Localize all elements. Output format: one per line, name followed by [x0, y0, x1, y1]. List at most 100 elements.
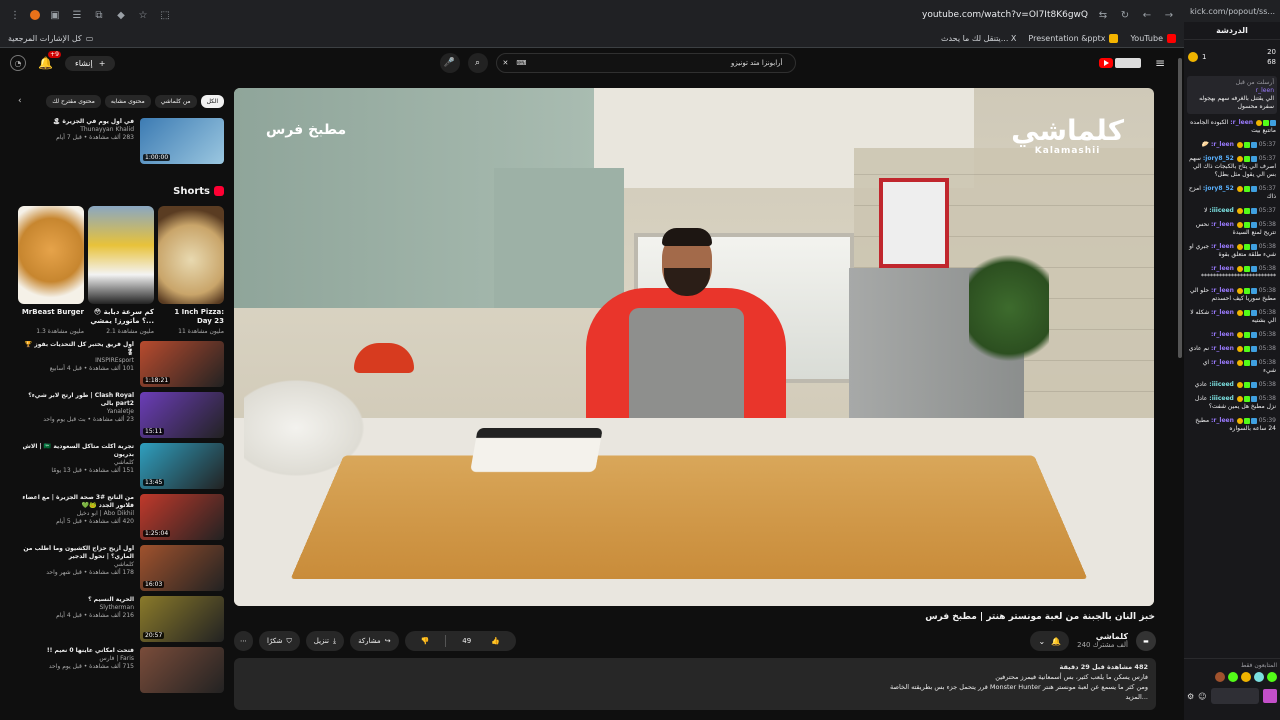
- emote-icon[interactable]: [1215, 672, 1225, 682]
- forward-icon[interactable]: ←: [1140, 8, 1154, 22]
- shield-icon[interactable]: ◆: [114, 8, 128, 22]
- rec-thumbnail[interactable]: [140, 647, 224, 693]
- rec-video[interactable]: 1:25:04 من الناتج #3 صحة الجزيرة | مع اعض…: [18, 494, 224, 540]
- rec-title[interactable]: أول فريق يختبر كل التحديات بفوز 🏆 🎖: [18, 341, 134, 357]
- menu-icon[interactable]: ⋮: [8, 8, 22, 22]
- rec-channel[interactable]: Abo Dikhil | ابو دخيل: [18, 510, 134, 518]
- dislike-button[interactable]: 👎: [405, 637, 446, 645]
- notifications-button[interactable]: 🔔 +9: [38, 51, 61, 70]
- tune-icon[interactable]: ⇆: [1096, 8, 1110, 22]
- rec-channel[interactable]: Yanaletje: [18, 408, 134, 416]
- hamburger-menu-icon[interactable]: ≡: [1155, 56, 1165, 70]
- pinned-user[interactable]: r_leen: [1256, 87, 1274, 94]
- rec-thumbnail[interactable]: 20:57: [140, 596, 224, 642]
- sidebar-icon[interactable]: ▣: [48, 8, 62, 22]
- chat-username[interactable]: iiiceed:: [1209, 207, 1234, 214]
- rec-video[interactable]: 16:03 أول أزيح حزاج الكشيون وما أطلب من ا…: [18, 545, 224, 591]
- rec-thumbnail[interactable]: 16:03: [140, 545, 224, 591]
- rec-video[interactable]: 20:57 الحرية النسيم ؟ Slytherman 216 ألف مش…: [18, 596, 224, 642]
- emote-icon[interactable]: [1228, 672, 1238, 682]
- chat-username[interactable]: r_leen:: [1211, 243, 1234, 250]
- rec-channel[interactable]: كلماشي: [18, 459, 134, 467]
- rec-thumbnail[interactable]: 13:45: [140, 443, 224, 489]
- rec-channel[interactable]: Thunayyan Khalid: [18, 126, 134, 134]
- emoji-icon[interactable]: ☺: [1198, 692, 1206, 701]
- chat-username[interactable]: jory8_52:: [1203, 185, 1234, 192]
- share-button[interactable]: مشاركة ↪: [350, 631, 399, 651]
- rec-thumbnail[interactable]: 15:11: [140, 392, 224, 438]
- search-input[interactable]: ✕ ⌨ أرابونزا متد تونيزو: [495, 53, 796, 73]
- emote-icon[interactable]: [1267, 672, 1277, 682]
- rec-video[interactable]: فتحت امكاني عاينها 0 نعيم !! Faris | فارس…: [18, 647, 224, 693]
- chat-username[interactable]: r_leen:: [1211, 287, 1234, 294]
- star-icon[interactable]: ☆: [136, 8, 150, 22]
- share-icon[interactable]: ⬚: [158, 8, 172, 22]
- chip-recommended[interactable]: محتوى مقترح لك: [46, 94, 101, 108]
- chevron-left-icon[interactable]: ‹: [18, 96, 22, 106]
- account-avatar[interactable]: ◔: [10, 55, 26, 71]
- back-icon[interactable]: →: [1162, 8, 1176, 22]
- short-thumbnail[interactable]: [158, 206, 224, 304]
- rec-video[interactable]: 13:45 تجربة أكلت متاكل السعودية 🇸🇦 | الاش…: [18, 443, 224, 489]
- rec-video[interactable]: 1:00:00 في أول يوم في الجزيرة 🏝 Thunayya…: [18, 118, 224, 164]
- pinned-message[interactable]: أرسلت من قبل r_leen الي يقتنل بالغرفه سه…: [1187, 76, 1277, 114]
- rec-channel[interactable]: كلماشي: [18, 561, 134, 569]
- extension-icon[interactable]: ⧉: [92, 8, 106, 22]
- chip-all[interactable]: الكل: [200, 94, 224, 108]
- chat-username[interactable]: r_leen:: [1211, 331, 1234, 338]
- rec-title[interactable]: الحرية النسيم ؟: [18, 596, 134, 604]
- short-title[interactable]: كم سرعة دبابة 😳 ؟ ماتورز! يمشي...: [88, 308, 154, 326]
- user-avatar[interactable]: [1263, 689, 1277, 703]
- description-box[interactable]: 482 مشاهدة قبل 29 دقيقة فارس يسكن ما يلع…: [234, 658, 1156, 710]
- short-item[interactable]: كم سرعة دبابة 😳 ؟ ماتورز! يمشي... 2.1 مل…: [88, 206, 154, 335]
- bookmark-youtube[interactable]: YouTube: [1130, 34, 1176, 43]
- short-item[interactable]: 1 Inch Pizza: Day 23 11 مليون مشاهدة: [158, 206, 224, 335]
- more-actions-button[interactable]: ⋯: [234, 631, 253, 651]
- rec-channel[interactable]: Faris | فارس: [18, 655, 134, 663]
- rec-title[interactable]: Clash Royal | طور ارتح لابر شيء؟ part2 ب…: [18, 392, 134, 408]
- chip-from-channel[interactable]: من كلماشي: [154, 94, 197, 108]
- rec-channel[interactable]: Slytherman: [18, 604, 134, 612]
- description-more[interactable]: ...المزيد: [242, 692, 1148, 702]
- bookmark-presentation[interactable]: Presentation &pptx: [1028, 34, 1119, 43]
- extension-orange-icon[interactable]: [30, 10, 40, 20]
- keyboard-icon[interactable]: ⌨: [516, 59, 526, 67]
- short-title[interactable]: 1 Inch Pizza: Day 23: [158, 308, 224, 326]
- short-item[interactable]: MrBeast Burger 1.3 مليون مشاهدة: [18, 206, 84, 335]
- tab-search-icon[interactable]: ☰: [70, 8, 84, 22]
- reload-icon[interactable]: ↻: [1118, 8, 1132, 22]
- rec-title[interactable]: فتحت امكاني عاينها 0 نعيم !!: [18, 647, 134, 655]
- chat-username[interactable]: jory8_52:: [1203, 155, 1234, 162]
- settings-icon[interactable]: ⚙: [1187, 692, 1194, 701]
- rec-thumbnail[interactable]: 1:18:21: [140, 341, 224, 387]
- like-button[interactable]: 49 👍: [446, 637, 516, 645]
- channel-name[interactable]: كلماشي: [1077, 632, 1128, 641]
- rec-thumbnail[interactable]: 1:00:00: [140, 118, 224, 164]
- rec-thumbnail[interactable]: 1:25:04: [140, 494, 224, 540]
- scrollbar-thumb[interactable]: [1178, 58, 1182, 358]
- rec-title[interactable]: من الناتج #3 صحة الجزيرة | مع اعضاء فلات…: [18, 494, 134, 510]
- create-button[interactable]: إنشاء +: [64, 55, 116, 71]
- chat-username[interactable]: r_leen:: [1211, 221, 1234, 228]
- chat-username[interactable]: r_leen:: [1211, 141, 1234, 148]
- rec-video[interactable]: 1:18:21 أول فريق يختبر كل التحديات بفوز 🏆…: [18, 341, 224, 387]
- rec-video[interactable]: 15:11 Clash Royal | طور ارتح لابر شيء؟ pa…: [18, 392, 224, 438]
- rec-title[interactable]: أول أزيح حزاج الكشيون وما أطلب من الماري…: [18, 545, 134, 561]
- all-bookmarks[interactable]: كل الإشارات المرجعية ▭: [8, 34, 93, 43]
- chat-username[interactable]: iiiceed:: [1209, 395, 1234, 402]
- address-bar[interactable]: youtube.com/watch?v=OI7It8K6gwQ: [922, 10, 1088, 20]
- download-button[interactable]: تنزيل ⤓: [305, 631, 345, 651]
- rec-channel[interactable]: INSPIREsport: [18, 357, 134, 365]
- chat-username[interactable]: r_leen:: [1211, 265, 1234, 272]
- chat-address-bar[interactable]: kick.com/popout/ss...: [1184, 0, 1280, 22]
- emote-icon[interactable]: [1254, 672, 1264, 682]
- chat-username[interactable]: r_leen:: [1211, 345, 1234, 352]
- search-button-icon[interactable]: ⌕: [467, 53, 488, 73]
- rec-title[interactable]: تجربة أكلت متاكل السعودية 🇸🇦 | الاش بدري…: [18, 443, 134, 459]
- chat-username[interactable]: iiiceed:: [1209, 381, 1234, 388]
- chat-username[interactable]: r_leen:: [1211, 417, 1234, 424]
- bookmark-x[interactable]: يتنقل لك ما يحدث... X: [941, 34, 1016, 43]
- subscribed-button[interactable]: ⌄ 🔔: [1030, 631, 1070, 651]
- short-thumbnail[interactable]: [18, 206, 84, 304]
- emote-icon[interactable]: [1241, 672, 1251, 682]
